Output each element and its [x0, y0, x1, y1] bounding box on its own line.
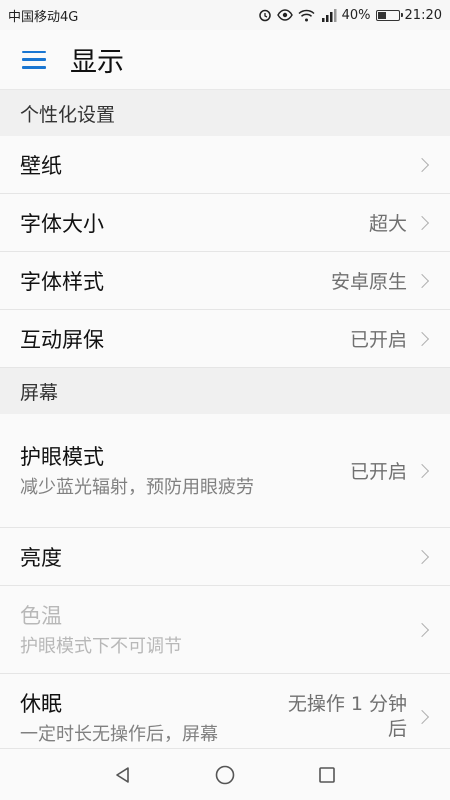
setting-font-size[interactable]: 字体大小 超大 — [0, 194, 450, 252]
setting-value: 无操作 1 分钟后 — [287, 693, 407, 740]
section-header-screen: 屏幕 — [0, 368, 450, 414]
chevron-right-icon — [414, 709, 430, 724]
setting-value: 安卓原生 — [330, 271, 407, 293]
setting-subtitle: 一定时长无操作后，屏幕 — [20, 724, 218, 745]
chevron-right-icon — [414, 273, 430, 288]
chevron-right-icon — [414, 331, 430, 346]
setting-interactive-screensaver[interactable]: 互动屏保 已开启 — [0, 310, 450, 368]
setting-font-style[interactable]: 字体样式 安卓原生 — [0, 252, 450, 310]
eye-icon — [276, 9, 293, 21]
chevron-right-icon — [414, 463, 430, 478]
menu-icon[interactable] — [22, 50, 46, 69]
setting-subtitle: 护眼模式下不可调节 — [20, 635, 182, 657]
setting-subtitle: 减少蓝光辐射，预防用眼疲劳 — [20, 476, 254, 498]
chevron-right-icon — [414, 215, 430, 230]
chevron-right-icon — [414, 157, 430, 172]
setting-title: 互动屏保 — [20, 327, 104, 352]
setting-title: 壁纸 — [20, 153, 62, 178]
wifi-icon — [298, 9, 315, 22]
setting-value: 已开启 — [349, 461, 407, 483]
setting-value: 已开启 — [349, 329, 407, 351]
setting-title: 休眠 — [20, 692, 62, 716]
setting-title: 色温 — [20, 603, 62, 628]
recents-icon[interactable] — [315, 763, 339, 787]
setting-title: 字体样式 — [20, 269, 104, 294]
setting-value: 超大 — [368, 213, 407, 235]
navigation-bar — [0, 748, 450, 800]
battery-percent: 40% — [341, 7, 371, 23]
setting-wallpaper[interactable]: 壁纸 — [0, 136, 450, 194]
signal-icon — [320, 8, 337, 22]
setting-sleep[interactable]: 休眠 一定时长无操作后，屏幕 无操作 1 分钟后 — [0, 674, 450, 752]
chevron-right-icon — [414, 549, 430, 564]
setting-title: 亮度 — [20, 545, 62, 570]
setting-color-temperature: 色温 护眼模式下不可调节 — [0, 586, 450, 674]
back-icon[interactable] — [111, 763, 135, 787]
setting-title: 字体大小 — [20, 211, 104, 236]
clock: 21:20 — [404, 7, 442, 23]
carrier-label: 中国移动4G — [8, 9, 79, 25]
setting-eye-comfort[interactable]: 护眼模式 减少蓝光辐射，预防用眼疲劳 已开启 — [0, 414, 450, 528]
page-title: 显示 — [70, 47, 124, 78]
title-bar: 显示 — [0, 30, 450, 90]
setting-title: 护眼模式 — [20, 444, 104, 469]
status-bar: 中国移动4G 40% 21:20 — [0, 0, 450, 30]
section-header-personalization: 个性化设置 — [0, 90, 450, 136]
alarm-icon — [258, 8, 272, 22]
status-icons: 40% 21:20 — [258, 8, 442, 23]
setting-brightness[interactable]: 亮度 — [0, 528, 450, 586]
chevron-right-icon — [414, 622, 430, 637]
battery-icon — [375, 9, 403, 21]
home-icon[interactable] — [213, 763, 237, 787]
